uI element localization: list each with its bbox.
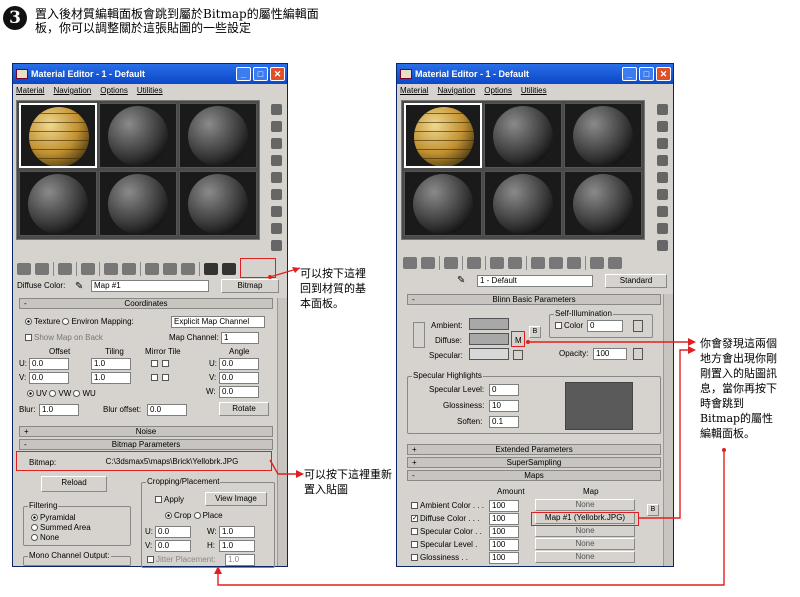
annotation-arrows bbox=[214, 267, 726, 586]
arrow-map-slot bbox=[638, 349, 690, 519]
arrow-reload bbox=[269, 459, 298, 475]
